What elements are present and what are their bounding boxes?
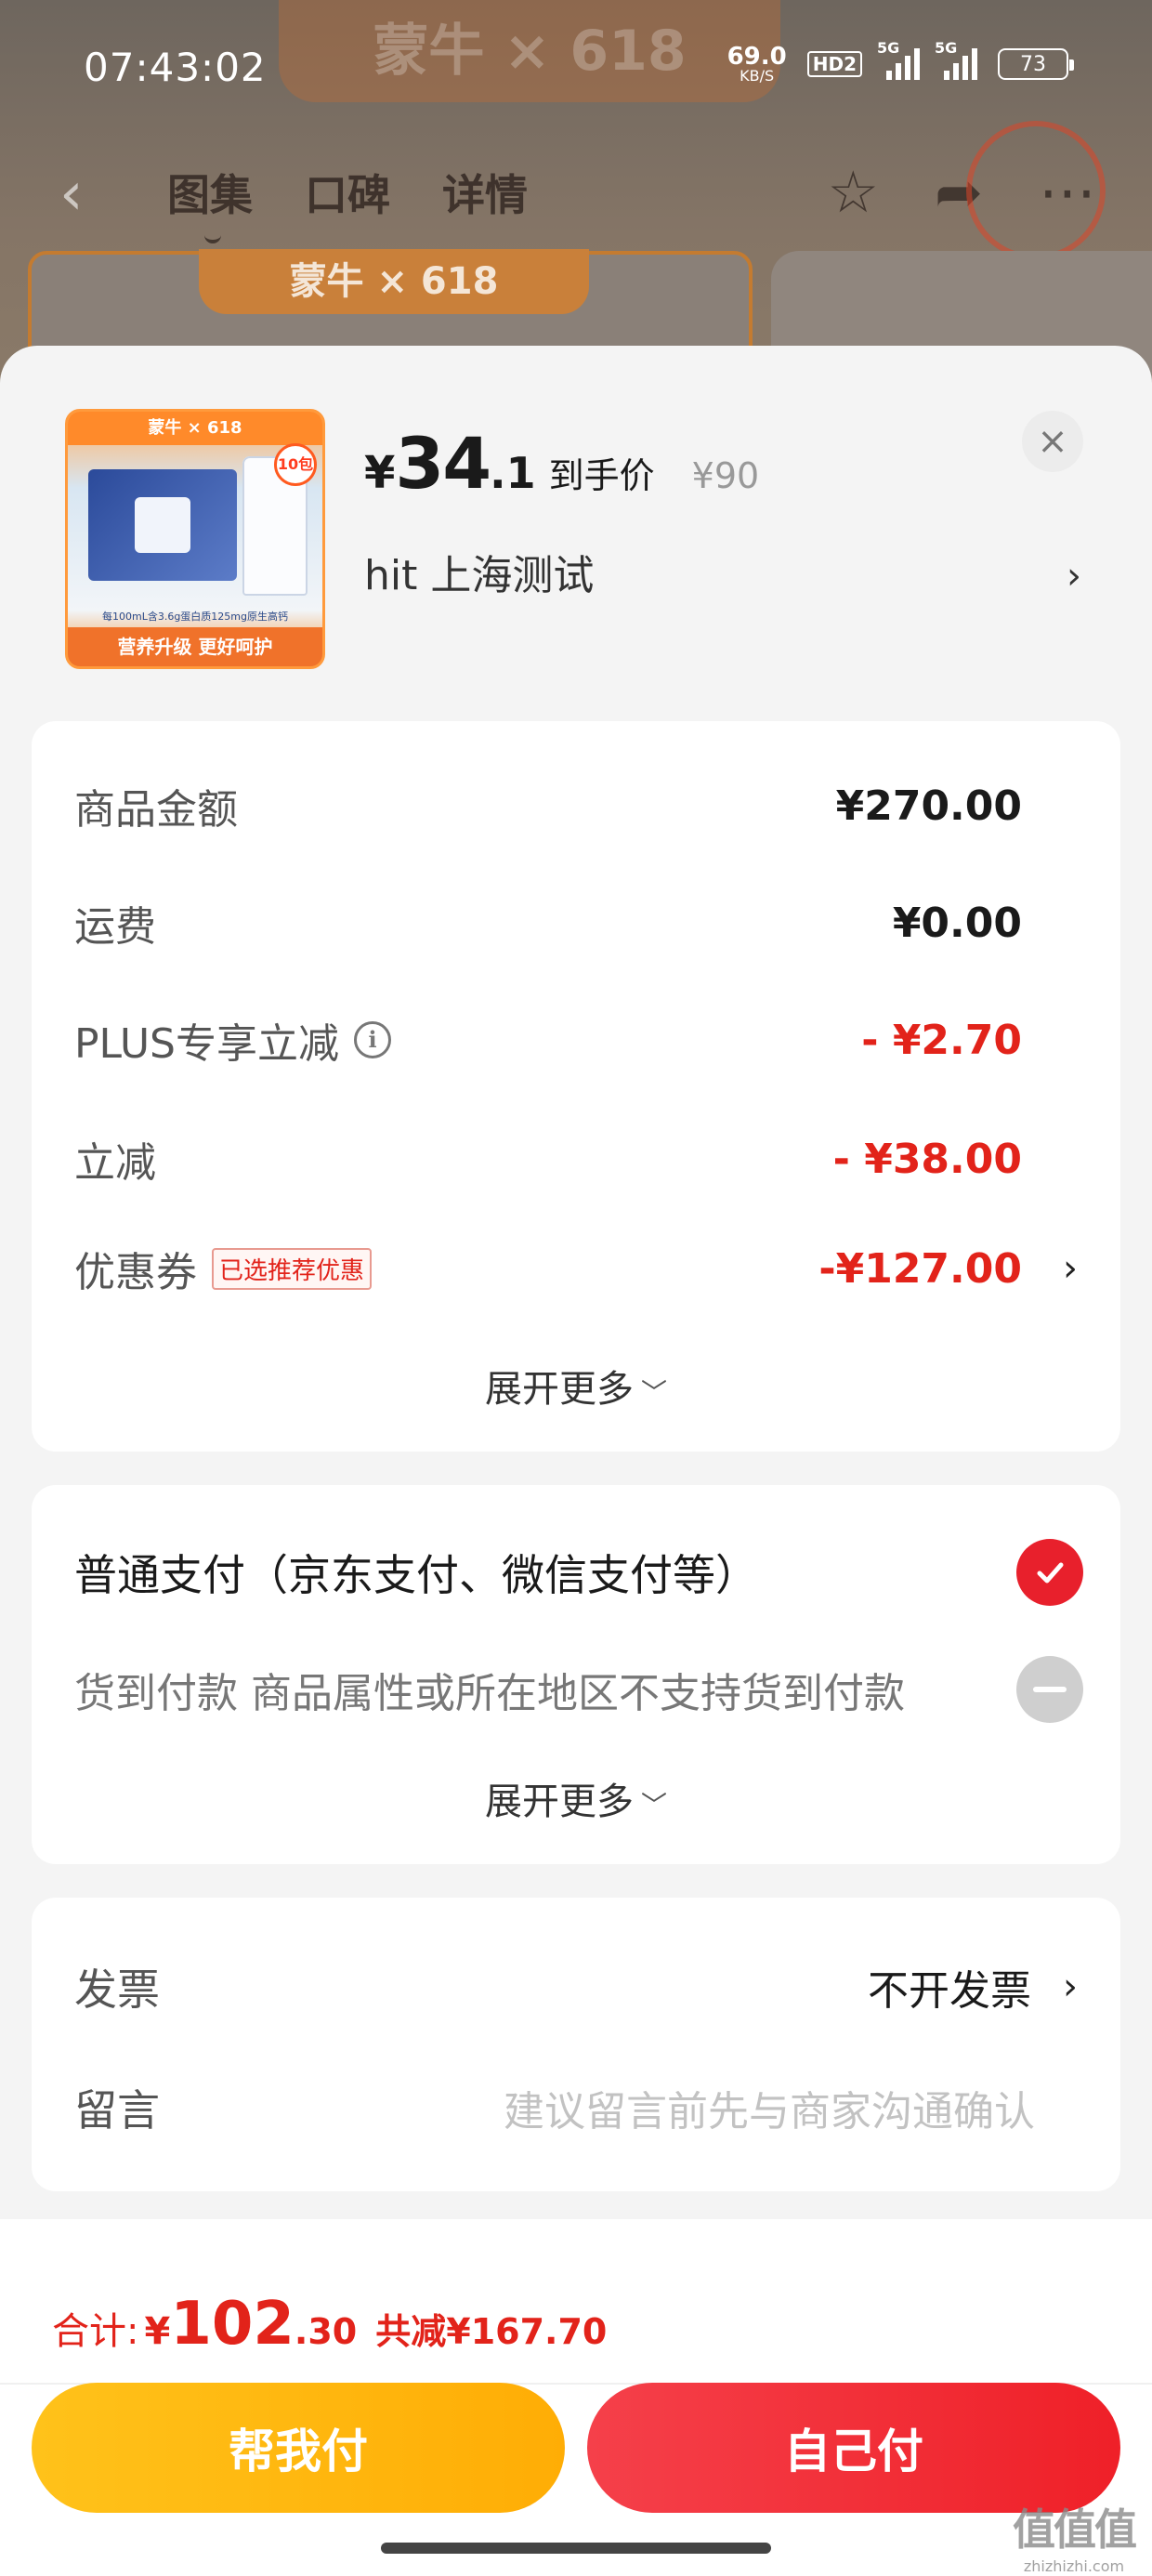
- expand-more-fees[interactable]: 展开更多 ﹀: [32, 1359, 1120, 1413]
- note-input[interactable]: 建议留言前先与商家沟通确认: [504, 2078, 1035, 2137]
- info-icon[interactable]: i: [354, 1021, 391, 1058]
- final-price: ¥ 34 .1 到手价 ¥90: [364, 422, 760, 505]
- tab-gallery[interactable]: 图集: [167, 162, 253, 243]
- checkout-sheet: 蒙牛 × 618 10包 每100mL含3.6g蛋白质125mg原生高钙 营养升…: [0, 346, 1152, 2576]
- address-selector[interactable]: hit 上海测试 ›: [364, 548, 1089, 604]
- invoice-row[interactable]: 发票 不开发票 ›: [74, 1950, 1078, 2024]
- fee-breakdown-card: 商品金额 ¥270.00 运费 ¥0.00 PLUS专享立减 i - ¥2.70…: [32, 721, 1120, 1452]
- coupon-tag: 已选推荐优惠: [212, 1247, 373, 1290]
- chevron-right-icon: ›: [1063, 1247, 1078, 1290]
- signal-icon: 5G: [877, 39, 920, 80]
- expand-more-payment[interactable]: 展开更多 ﹀: [32, 1771, 1120, 1825]
- order-total: 合计: ¥ 102 .30 共减¥167.70: [52, 2290, 608, 2359]
- pay-for-me-button[interactable]: 帮我付: [32, 2383, 565, 2513]
- fee-row-instant-discount: 立减 - ¥38.00: [74, 1135, 1022, 1188]
- payment-option-normal[interactable]: 普通支付（京东支付、微信支付等）: [74, 1535, 1083, 1610]
- price-tag-label: 到手价: [548, 455, 655, 496]
- fee-row-shipping: 运费 ¥0.00: [74, 899, 1022, 952]
- chevron-right-icon: ›: [1067, 555, 1081, 598]
- note-row[interactable]: 留言 建议留言前先与商家沟通确认: [74, 2070, 1078, 2145]
- product-summary: 蒙牛 × 618 10包 每100mL含3.6g蛋白质125mg原生高钙 营养升…: [0, 346, 1152, 717]
- status-time: 07:43:02: [84, 45, 267, 90]
- tab-details[interactable]: 详情: [442, 162, 528, 223]
- status-indicators: 69.0 KB/S HD2 5G 5G 73: [727, 39, 1074, 85]
- pack-count-badge: 10包: [274, 443, 317, 486]
- payment-method-card: 普通支付（京东支付、微信支付等） 货到付款 商品属性或所在地区不支持货到付款 展…: [32, 1485, 1120, 1864]
- home-indicator[interactable]: [381, 2543, 771, 2554]
- status-bar: 07:43:02 69.0 KB/S HD2 5G 5G 73: [0, 0, 1152, 139]
- payment-option-cod: 货到付款 商品属性或所在地区不支持货到付款: [74, 1652, 1083, 1727]
- network-speed: 69.0 KB/S: [727, 43, 787, 85]
- close-icon[interactable]: ×: [1022, 411, 1083, 472]
- address-text: hit 上海测试: [364, 552, 595, 599]
- star-icon[interactable]: ☆: [827, 158, 879, 226]
- signal-icon-2: 5G: [935, 39, 977, 80]
- total-saved: 共减¥167.70: [375, 2311, 608, 2352]
- milk-box-image: [88, 469, 237, 581]
- check-icon[interactable]: [1016, 1539, 1083, 1606]
- invoice-note-card: 发票 不开发票 › 留言 建议留言前先与商家沟通确认: [32, 1898, 1120, 2191]
- product-thumbnail: 蒙牛 × 618 10包 每100mL含3.6g蛋白质125mg原生高钙 营养升…: [65, 409, 325, 669]
- fee-row-coupon[interactable]: 优惠券 已选推荐优惠 -¥127.00 ›: [74, 1236, 1078, 1301]
- chevron-down-icon: ﹀: [640, 1790, 667, 1820]
- original-price: ¥90: [691, 455, 760, 496]
- watermark-logo: 值值值 zhizhizhi.com: [1013, 2504, 1137, 2575]
- disabled-icon: [1016, 1656, 1083, 1723]
- hd-voice-icon: HD2: [806, 51, 862, 77]
- pay-myself-button[interactable]: 自己付: [587, 2383, 1120, 2513]
- chevron-down-icon: ﹀: [640, 1377, 667, 1408]
- nav-tabs: 图集 口碑 详情: [167, 162, 528, 243]
- battery-icon: 73: [998, 48, 1074, 80]
- fee-row-plus-discount: PLUS专享立减 i - ¥2.70: [74, 1016, 1022, 1069]
- fee-row-goods: 商品金额 ¥270.00: [74, 782, 1022, 835]
- chevron-left-icon[interactable]: ‹: [59, 160, 84, 229]
- tab-reviews[interactable]: 口碑: [305, 162, 390, 223]
- promo-badge: [966, 121, 1106, 260]
- chevron-right-icon: ›: [1063, 1965, 1078, 2008]
